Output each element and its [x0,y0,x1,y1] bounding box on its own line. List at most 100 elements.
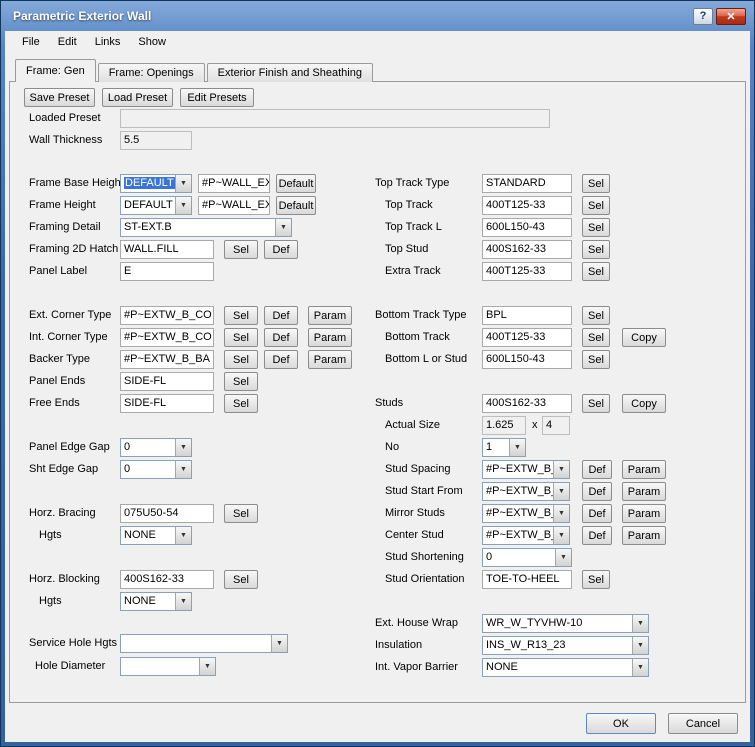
center-stud-param-button[interactable]: Param [622,526,666,545]
help-button[interactable]: ? [693,8,713,25]
frame-base-height-param-input[interactable]: #P~WALL_EX [198,174,270,193]
studs-sel-button[interactable]: Sel [582,394,610,413]
top-stud-sel-button[interactable]: Sel [582,240,610,259]
int-vapor-barrier-combo[interactable]: NONE ▼ [482,658,649,677]
horz-blocking-sel-button[interactable]: Sel [224,570,258,589]
frame-base-height-default-button[interactable]: Default [276,174,316,193]
chevron-down-icon[interactable]: ▼ [632,615,648,632]
studs-input[interactable]: 400S162-33 [482,394,572,413]
bottom-track-sel-button[interactable]: Sel [582,328,610,347]
horz-bracing-input[interactable]: 075U50-54 [120,504,214,523]
top-track-sel-button[interactable]: Sel [582,196,610,215]
service-hole-hgts-combo[interactable]: ▼ [120,634,288,653]
frame-base-height-combo[interactable]: DEFAULT ▼ [120,174,192,193]
chevron-down-icon[interactable]: ▼ [175,439,191,456]
bottom-l-or-stud-input[interactable]: 600L150-43 [482,350,572,369]
chevron-down-icon[interactable]: ▼ [509,439,525,456]
ext-corner-type-sel-button[interactable]: Sel [224,306,258,325]
framing-2d-hatch-def-button[interactable]: Def [264,240,298,259]
panel-ends-input[interactable]: SIDE-FL [120,372,214,391]
framing-detail-combo[interactable]: ST-EXT.B ▼ [120,218,292,237]
menu-show[interactable]: Show [129,33,175,51]
int-corner-type-param-button[interactable]: Param [308,328,352,347]
titlebar[interactable]: Parametric Exterior Wall ? ✕ [1,1,754,31]
framing-2d-hatch-sel-button[interactable]: Sel [224,240,258,259]
sht-edge-gap-combo[interactable]: 0 ▼ [120,460,192,479]
chevron-down-icon[interactable]: ▼ [553,505,569,522]
no-combo[interactable]: 1 ▼ [482,438,526,457]
bottom-track-copy-button[interactable]: Copy [622,328,666,347]
chevron-down-icon[interactable]: ▼ [175,175,191,192]
int-corner-type-sel-button[interactable]: Sel [224,328,258,347]
chevron-down-icon[interactable]: ▼ [175,461,191,478]
panel-label-input[interactable]: E [120,262,214,281]
chevron-down-icon[interactable]: ▼ [553,483,569,500]
stud-start-from-combo[interactable]: #P~EXTW_B_ ▼ [482,482,570,501]
backer-type-sel-button[interactable]: Sel [224,350,258,369]
chevron-down-icon[interactable]: ▼ [632,637,648,654]
int-corner-type-input[interactable]: #P~EXTW_B_CO [120,328,214,347]
backer-type-def-button[interactable]: Def [264,350,298,369]
studs-copy-button[interactable]: Copy [622,394,666,413]
top-track-input[interactable]: 400T125-33 [482,196,572,215]
stud-spacing-param-button[interactable]: Param [622,460,666,479]
chevron-down-icon[interactable]: ▼ [275,219,291,236]
chevron-down-icon[interactable]: ▼ [175,527,191,544]
frame-height-default-button[interactable]: Default [276,196,316,215]
blocking-hgts-combo[interactable]: NONE ▼ [120,592,192,611]
center-stud-combo[interactable]: #P~EXTW_B_ ▼ [482,526,570,545]
panel-edge-gap-combo[interactable]: 0 ▼ [120,438,192,457]
top-track-type-sel-button[interactable]: Sel [582,174,610,193]
load-preset-button[interactable]: Load Preset [102,88,173,107]
stud-orientation-sel-button[interactable]: Sel [582,570,610,589]
horz-bracing-sel-button[interactable]: Sel [224,504,258,523]
chevron-down-icon[interactable]: ▼ [555,549,571,566]
frame-height-combo[interactable]: DEFAULT ▼ [120,196,192,215]
chevron-down-icon[interactable]: ▼ [199,658,215,675]
chevron-down-icon[interactable]: ▼ [553,461,569,478]
int-corner-type-def-button[interactable]: Def [264,328,298,347]
mirror-studs-def-button[interactable]: Def [582,504,612,523]
top-track-l-input[interactable]: 600L150-43 [482,218,572,237]
backer-type-input[interactable]: #P~EXTW_B_BA [120,350,214,369]
mirror-studs-param-button[interactable]: Param [622,504,666,523]
stud-start-from-param-button[interactable]: Param [622,482,666,501]
top-track-l-sel-button[interactable]: Sel [582,218,610,237]
ok-button[interactable]: OK [586,713,656,734]
tab-exterior-finish[interactable]: Exterior Finish and Sheathing [207,63,373,82]
ext-corner-type-param-button[interactable]: Param [308,306,352,325]
hole-diameter-combo[interactable]: ▼ [120,657,216,676]
bottom-track-type-input[interactable]: BPL [482,306,572,325]
menu-edit[interactable]: Edit [49,33,86,51]
menu-links[interactable]: Links [86,33,130,51]
stud-orientation-input[interactable]: TOE-TO-HEEL [482,570,572,589]
top-track-type-input[interactable]: STANDARD [482,174,572,193]
extra-track-sel-button[interactable]: Sel [582,262,610,281]
free-ends-sel-button[interactable]: Sel [224,394,258,413]
backer-type-param-button[interactable]: Param [308,350,352,369]
cancel-button[interactable]: Cancel [668,713,738,734]
ext-corner-type-input[interactable]: #P~EXTW_B_CO [120,306,214,325]
chevron-down-icon[interactable]: ▼ [632,659,648,676]
framing-2d-hatch-input[interactable]: WALL.FILL [120,240,214,259]
extra-track-input[interactable]: 400T125-33 [482,262,572,281]
edit-presets-button[interactable]: Edit Presets [180,88,254,107]
stud-spacing-def-button[interactable]: Def [582,460,612,479]
close-button[interactable]: ✕ [716,8,746,25]
mirror-studs-combo[interactable]: #P~EXTW_B_ ▼ [482,504,570,523]
tab-frame-gen[interactable]: Frame: Gen [15,59,96,82]
panel-ends-sel-button[interactable]: Sel [224,372,258,391]
frame-height-param-input[interactable]: #P~WALL_EX [198,196,270,215]
horz-blocking-input[interactable]: 400S162-33 [120,570,214,589]
ext-corner-type-def-button[interactable]: Def [264,306,298,325]
save-preset-button[interactable]: Save Preset [24,88,95,107]
bracing-hgts-combo[interactable]: NONE ▼ [120,526,192,545]
chevron-down-icon[interactable]: ▼ [175,593,191,610]
chevron-down-icon[interactable]: ▼ [553,527,569,544]
bottom-track-input[interactable]: 400T125-33 [482,328,572,347]
tab-frame-openings[interactable]: Frame: Openings [98,63,205,82]
center-stud-def-button[interactable]: Def [582,526,612,545]
menu-file[interactable]: File [13,33,49,51]
bottom-l-or-stud-sel-button[interactable]: Sel [582,350,610,369]
stud-shortening-combo[interactable]: 0 ▼ [482,548,572,567]
